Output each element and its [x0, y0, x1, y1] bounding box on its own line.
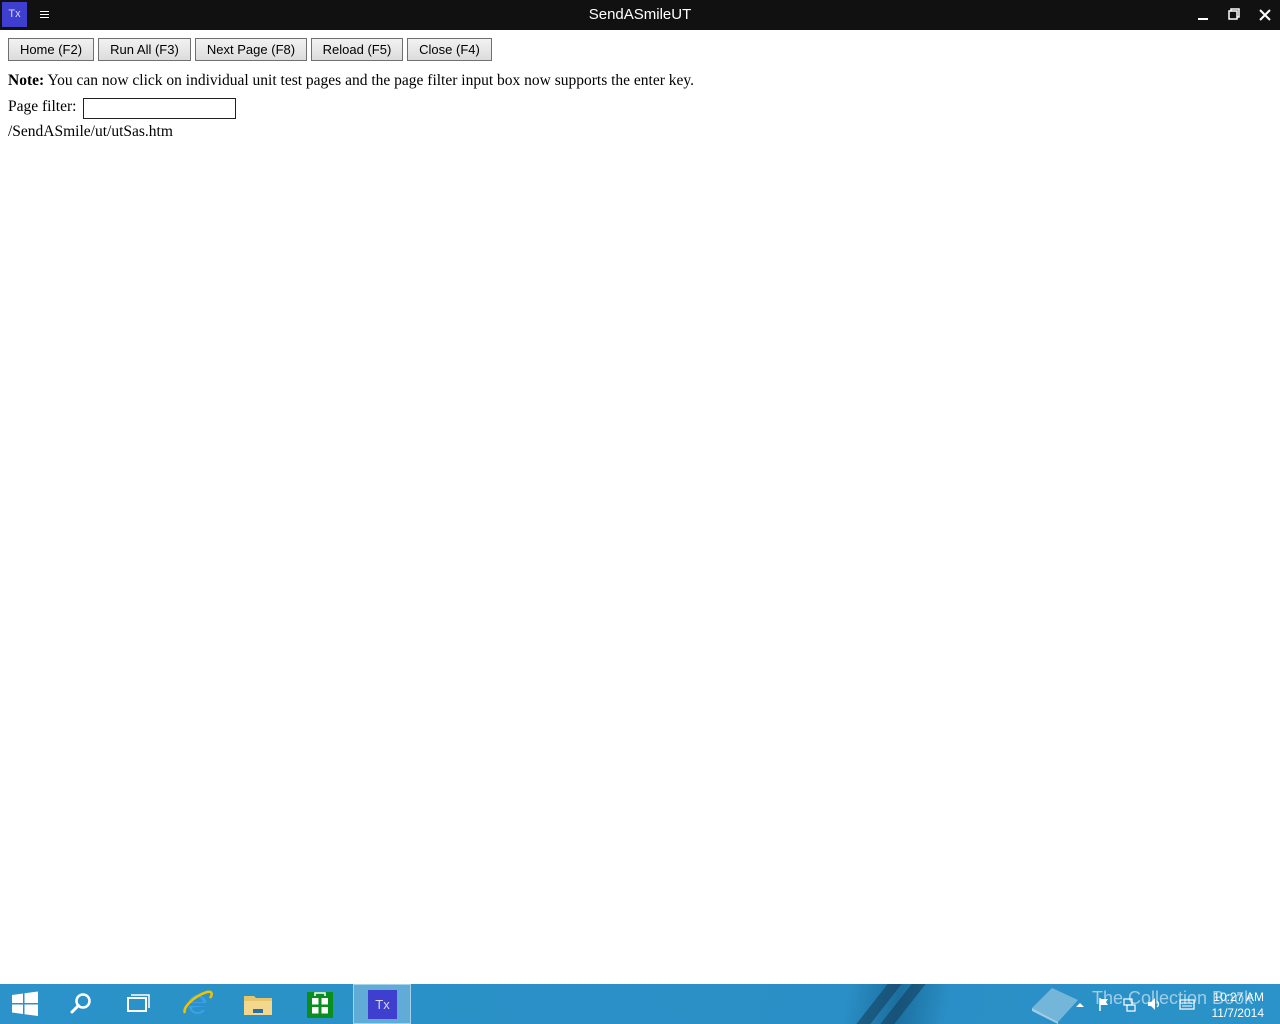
page-filter-row: Page filter:: [8, 98, 236, 119]
network-icon[interactable]: [1122, 996, 1136, 1012]
close-icon: [1259, 9, 1271, 21]
start-button[interactable]: [0, 984, 58, 1024]
taskbar: Tx The Collection Book 10:27 AM 11/7/201…: [0, 984, 1280, 1024]
internet-explorer-button[interactable]: [168, 984, 226, 1024]
task-view-icon: [127, 994, 150, 1012]
restore-icon: [1228, 8, 1240, 20]
window-title: SendASmileUT: [588, 6, 692, 23]
restore-button[interactable]: [1219, 0, 1249, 30]
note-text: Note: You can now click on individual un…: [8, 72, 694, 90]
close-button[interactable]: Close (F4): [407, 38, 492, 61]
show-hidden-icons-icon[interactable]: [1073, 996, 1087, 1012]
search-button[interactable]: [52, 984, 110, 1024]
next-page-button[interactable]: Next Page (F8): [195, 38, 307, 61]
minimize-button[interactable]: [1188, 0, 1218, 30]
tx-app-icon[interactable]: Tx: [2, 2, 27, 27]
tx-app-icon: Tx: [368, 990, 397, 1019]
unit-test-page-link[interactable]: /SendASmile/ut/utSas.htm: [8, 123, 173, 141]
page-filter-input[interactable]: [83, 98, 236, 119]
page-filter-label: Page filter:: [8, 98, 77, 115]
minimize-icon: [1198, 18, 1208, 20]
clock-date: 11/7/2014: [1211, 1006, 1265, 1020]
home-button[interactable]: Home (F2): [8, 38, 94, 61]
taskbar-app-tx[interactable]: Tx: [353, 984, 411, 1024]
run-all-button[interactable]: Run All (F3): [98, 38, 191, 61]
system-clock[interactable]: 10:27 AM 11/7/2014: [1212, 989, 1265, 1021]
internet-explorer-icon: [183, 990, 213, 1014]
volume-icon[interactable]: [1147, 996, 1161, 1012]
store-button[interactable]: [291, 984, 349, 1024]
clock-time: 10:27 AM: [1213, 990, 1264, 1004]
action-center-flag-icon[interactable]: [1097, 996, 1111, 1012]
file-explorer-button[interactable]: [229, 984, 287, 1024]
task-view-button[interactable]: [108, 984, 166, 1024]
reload-button[interactable]: Reload (F5): [311, 38, 403, 61]
file-explorer-icon: [244, 996, 272, 1015]
search-icon: [70, 993, 91, 1014]
windows-start-icon: [12, 991, 38, 1016]
note-prefix: Note:: [8, 72, 45, 89]
keyboard-icon[interactable]: [1179, 996, 1195, 1012]
title-bar: Tx SendASmileUT: [0, 0, 1280, 30]
close-window-button[interactable]: [1250, 0, 1280, 30]
store-icon: [307, 992, 333, 1018]
menu-icon[interactable]: [37, 6, 53, 24]
note-body: You can now click on individual unit tes…: [44, 72, 695, 89]
